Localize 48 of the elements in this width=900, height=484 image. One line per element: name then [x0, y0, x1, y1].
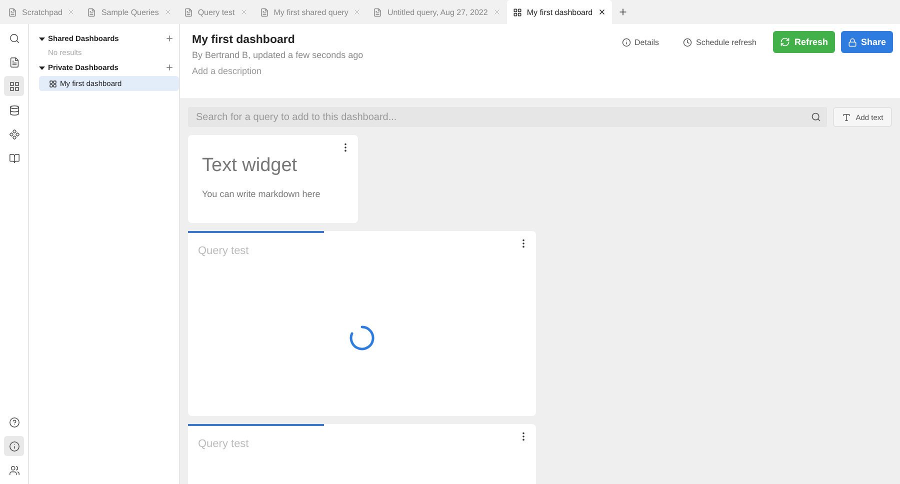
grid-icon [8, 80, 20, 92]
close-icon[interactable] [598, 8, 606, 16]
components-icon [8, 128, 20, 140]
widget-title: Query test [198, 245, 250, 257]
refresh-icon [780, 37, 790, 47]
details-button[interactable]: Details [614, 31, 666, 53]
widget-heading: Text widget [202, 155, 298, 177]
editor-tab[interactable]: Untitled query, Aug 27, 2022 [367, 0, 507, 24]
plus-icon [165, 34, 174, 43]
editor-tab[interactable]: My first dashboard [506, 0, 612, 24]
editor-tab[interactable]: Query test [178, 0, 254, 24]
document-icon [260, 8, 269, 16]
document-icon [8, 56, 20, 68]
plus-icon [618, 7, 628, 17]
document-icon [87, 8, 96, 16]
editor-tab[interactable]: Sample Queries [81, 0, 178, 24]
search-icon [811, 112, 821, 122]
search-icon [8, 32, 20, 44]
dashboard-title: My first dashboard [192, 34, 296, 46]
widget-text: You can write markdown here [202, 189, 322, 199]
byline: By Bertrand B, updated a few seconds ago [192, 50, 364, 60]
book-icon [8, 152, 20, 164]
clock-icon [682, 38, 692, 46]
users-icon [8, 464, 20, 476]
database-icon [8, 104, 20, 116]
sidebar-nav-button[interactable] [4, 76, 24, 96]
editor-tab[interactable]: My first shared query [254, 0, 368, 24]
search-field[interactable]: Search for a query to add to this dashboard... [188, 107, 827, 127]
caret-icon [39, 36, 45, 42]
sidebar-nav-button[interactable] [4, 436, 24, 456]
plus-icon [165, 63, 174, 72]
description-field[interactable]: Add a description [192, 66, 364, 76]
grid-icon [49, 80, 57, 88]
info-icon [622, 38, 631, 46]
refresh-button[interactable]: Refresh [773, 31, 835, 53]
help-icon [8, 416, 20, 428]
caret-icon [39, 64, 45, 70]
schedule-button[interactable]: Schedule refresh [676, 31, 764, 53]
info-icon [8, 440, 20, 452]
editor-tab[interactable]: Scratchpad [2, 0, 82, 24]
text-icon [842, 112, 851, 122]
document-icon [184, 8, 193, 16]
document-icon [373, 8, 382, 16]
grid-icon [512, 8, 522, 16]
document-icon [8, 8, 17, 16]
widget-title: Query test [198, 438, 250, 450]
lock-icon [848, 38, 857, 46]
share-button[interactable]: Share [840, 31, 893, 53]
